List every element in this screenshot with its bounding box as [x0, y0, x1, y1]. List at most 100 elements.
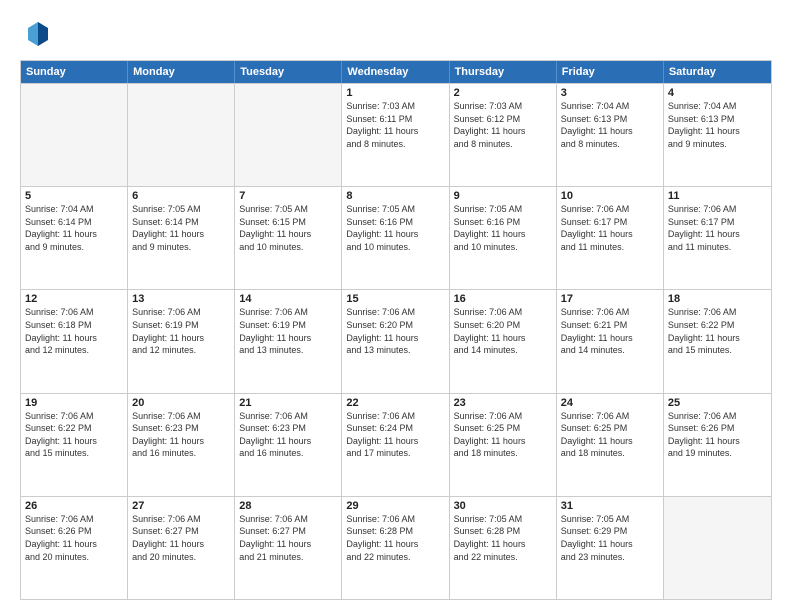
day-number: 6 — [132, 190, 230, 202]
day-number: 2 — [454, 87, 552, 99]
day-number: 17 — [561, 293, 659, 305]
day-info: Sunrise: 7:06 AM Sunset: 6:20 PM Dayligh… — [454, 306, 552, 356]
day-info: Sunrise: 7:04 AM Sunset: 6:14 PM Dayligh… — [25, 203, 123, 253]
day-info: Sunrise: 7:06 AM Sunset: 6:25 PM Dayligh… — [561, 410, 659, 460]
weekday-header-wednesday: Wednesday — [342, 61, 449, 83]
calendar-cell: 9Sunrise: 7:05 AM Sunset: 6:16 PM Daylig… — [450, 187, 557, 289]
calendar-cell: 3Sunrise: 7:04 AM Sunset: 6:13 PM Daylig… — [557, 84, 664, 186]
calendar-row-4: 19Sunrise: 7:06 AM Sunset: 6:22 PM Dayli… — [21, 393, 771, 496]
calendar-cell: 18Sunrise: 7:06 AM Sunset: 6:22 PM Dayli… — [664, 290, 771, 392]
day-number: 19 — [25, 397, 123, 409]
calendar-cell — [21, 84, 128, 186]
day-info: Sunrise: 7:06 AM Sunset: 6:20 PM Dayligh… — [346, 306, 444, 356]
day-info: Sunrise: 7:06 AM Sunset: 6:19 PM Dayligh… — [239, 306, 337, 356]
calendar-cell: 1Sunrise: 7:03 AM Sunset: 6:11 PM Daylig… — [342, 84, 449, 186]
calendar-cell: 4Sunrise: 7:04 AM Sunset: 6:13 PM Daylig… — [664, 84, 771, 186]
day-number: 22 — [346, 397, 444, 409]
weekday-header-sunday: Sunday — [21, 61, 128, 83]
calendar-cell: 2Sunrise: 7:03 AM Sunset: 6:12 PM Daylig… — [450, 84, 557, 186]
day-number: 13 — [132, 293, 230, 305]
day-info: Sunrise: 7:06 AM Sunset: 6:28 PM Dayligh… — [346, 513, 444, 563]
day-number: 16 — [454, 293, 552, 305]
calendar-cell: 26Sunrise: 7:06 AM Sunset: 6:26 PM Dayli… — [21, 497, 128, 599]
calendar-cell: 19Sunrise: 7:06 AM Sunset: 6:22 PM Dayli… — [21, 394, 128, 496]
day-info: Sunrise: 7:06 AM Sunset: 6:26 PM Dayligh… — [668, 410, 767, 460]
day-info: Sunrise: 7:06 AM Sunset: 6:19 PM Dayligh… — [132, 306, 230, 356]
day-info: Sunrise: 7:04 AM Sunset: 6:13 PM Dayligh… — [561, 100, 659, 150]
day-info: Sunrise: 7:06 AM Sunset: 6:22 PM Dayligh… — [25, 410, 123, 460]
day-number: 29 — [346, 500, 444, 512]
day-info: Sunrise: 7:03 AM Sunset: 6:12 PM Dayligh… — [454, 100, 552, 150]
calendar-cell: 14Sunrise: 7:06 AM Sunset: 6:19 PM Dayli… — [235, 290, 342, 392]
day-number: 30 — [454, 500, 552, 512]
calendar-cell: 20Sunrise: 7:06 AM Sunset: 6:23 PM Dayli… — [128, 394, 235, 496]
day-number: 15 — [346, 293, 444, 305]
day-info: Sunrise: 7:05 AM Sunset: 6:15 PM Dayligh… — [239, 203, 337, 253]
calendar-cell: 8Sunrise: 7:05 AM Sunset: 6:16 PM Daylig… — [342, 187, 449, 289]
day-info: Sunrise: 7:06 AM Sunset: 6:22 PM Dayligh… — [668, 306, 767, 356]
calendar-cell: 7Sunrise: 7:05 AM Sunset: 6:15 PM Daylig… — [235, 187, 342, 289]
day-number: 31 — [561, 500, 659, 512]
calendar-cell: 12Sunrise: 7:06 AM Sunset: 6:18 PM Dayli… — [21, 290, 128, 392]
calendar-cell: 28Sunrise: 7:06 AM Sunset: 6:27 PM Dayli… — [235, 497, 342, 599]
calendar-row-1: 1Sunrise: 7:03 AM Sunset: 6:11 PM Daylig… — [21, 83, 771, 186]
calendar-cell: 6Sunrise: 7:05 AM Sunset: 6:14 PM Daylig… — [128, 187, 235, 289]
calendar-body: 1Sunrise: 7:03 AM Sunset: 6:11 PM Daylig… — [21, 83, 771, 599]
calendar-cell: 16Sunrise: 7:06 AM Sunset: 6:20 PM Dayli… — [450, 290, 557, 392]
day-number: 27 — [132, 500, 230, 512]
day-info: Sunrise: 7:06 AM Sunset: 6:27 PM Dayligh… — [132, 513, 230, 563]
day-info: Sunrise: 7:05 AM Sunset: 6:28 PM Dayligh… — [454, 513, 552, 563]
day-info: Sunrise: 7:04 AM Sunset: 6:13 PM Dayligh… — [668, 100, 767, 150]
day-number: 5 — [25, 190, 123, 202]
day-number: 20 — [132, 397, 230, 409]
weekday-header-saturday: Saturday — [664, 61, 771, 83]
day-info: Sunrise: 7:06 AM Sunset: 6:21 PM Dayligh… — [561, 306, 659, 356]
day-info: Sunrise: 7:05 AM Sunset: 6:14 PM Dayligh… — [132, 203, 230, 253]
weekday-header-thursday: Thursday — [450, 61, 557, 83]
day-info: Sunrise: 7:06 AM Sunset: 6:18 PM Dayligh… — [25, 306, 123, 356]
day-number: 12 — [25, 293, 123, 305]
day-number: 11 — [668, 190, 767, 202]
day-info: Sunrise: 7:05 AM Sunset: 6:16 PM Dayligh… — [346, 203, 444, 253]
day-info: Sunrise: 7:05 AM Sunset: 6:16 PM Dayligh… — [454, 203, 552, 253]
day-info: Sunrise: 7:03 AM Sunset: 6:11 PM Dayligh… — [346, 100, 444, 150]
calendar-cell: 30Sunrise: 7:05 AM Sunset: 6:28 PM Dayli… — [450, 497, 557, 599]
calendar-cell: 10Sunrise: 7:06 AM Sunset: 6:17 PM Dayli… — [557, 187, 664, 289]
weekday-header-monday: Monday — [128, 61, 235, 83]
day-number: 26 — [25, 500, 123, 512]
calendar-cell: 15Sunrise: 7:06 AM Sunset: 6:20 PM Dayli… — [342, 290, 449, 392]
day-info: Sunrise: 7:06 AM Sunset: 6:23 PM Dayligh… — [132, 410, 230, 460]
calendar-row-3: 12Sunrise: 7:06 AM Sunset: 6:18 PM Dayli… — [21, 289, 771, 392]
calendar-cell: 31Sunrise: 7:05 AM Sunset: 6:29 PM Dayli… — [557, 497, 664, 599]
calendar-header: SundayMondayTuesdayWednesdayThursdayFrid… — [21, 61, 771, 83]
logo — [20, 18, 56, 50]
day-info: Sunrise: 7:06 AM Sunset: 6:26 PM Dayligh… — [25, 513, 123, 563]
day-number: 1 — [346, 87, 444, 99]
day-number: 25 — [668, 397, 767, 409]
calendar-cell: 5Sunrise: 7:04 AM Sunset: 6:14 PM Daylig… — [21, 187, 128, 289]
day-number: 3 — [561, 87, 659, 99]
day-number: 24 — [561, 397, 659, 409]
day-number: 9 — [454, 190, 552, 202]
calendar-cell: 23Sunrise: 7:06 AM Sunset: 6:25 PM Dayli… — [450, 394, 557, 496]
weekday-header-friday: Friday — [557, 61, 664, 83]
day-number: 7 — [239, 190, 337, 202]
day-number: 14 — [239, 293, 337, 305]
day-number: 8 — [346, 190, 444, 202]
calendar: SundayMondayTuesdayWednesdayThursdayFrid… — [20, 60, 772, 600]
day-info: Sunrise: 7:06 AM Sunset: 6:17 PM Dayligh… — [668, 203, 767, 253]
day-info: Sunrise: 7:05 AM Sunset: 6:29 PM Dayligh… — [561, 513, 659, 563]
calendar-row-5: 26Sunrise: 7:06 AM Sunset: 6:26 PM Dayli… — [21, 496, 771, 599]
day-info: Sunrise: 7:06 AM Sunset: 6:23 PM Dayligh… — [239, 410, 337, 460]
calendar-cell: 17Sunrise: 7:06 AM Sunset: 6:21 PM Dayli… — [557, 290, 664, 392]
calendar-cell: 24Sunrise: 7:06 AM Sunset: 6:25 PM Dayli… — [557, 394, 664, 496]
calendar-cell — [128, 84, 235, 186]
header — [20, 18, 772, 50]
calendar-row-2: 5Sunrise: 7:04 AM Sunset: 6:14 PM Daylig… — [21, 186, 771, 289]
calendar-cell: 21Sunrise: 7:06 AM Sunset: 6:23 PM Dayli… — [235, 394, 342, 496]
calendar-page: SundayMondayTuesdayWednesdayThursdayFrid… — [0, 0, 792, 612]
day-number: 10 — [561, 190, 659, 202]
day-number: 23 — [454, 397, 552, 409]
calendar-cell: 22Sunrise: 7:06 AM Sunset: 6:24 PM Dayli… — [342, 394, 449, 496]
calendar-cell: 27Sunrise: 7:06 AM Sunset: 6:27 PM Dayli… — [128, 497, 235, 599]
